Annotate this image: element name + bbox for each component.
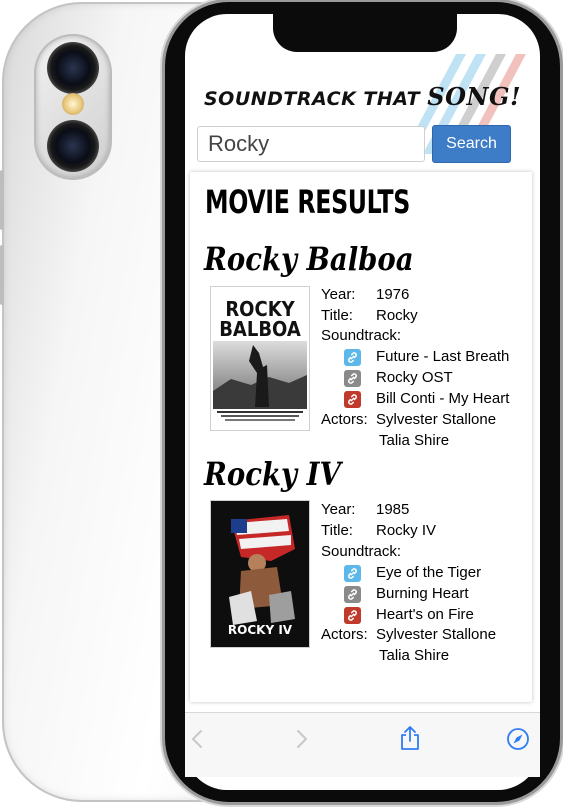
poster-image — [213, 341, 307, 421]
back-icon[interactable] — [190, 728, 204, 755]
camera-lens — [47, 120, 99, 172]
soundtrack-link[interactable]: Bill Conti - My Heart — [376, 390, 509, 407]
camera-module — [36, 36, 110, 178]
movie-title[interactable]: Rocky Balboa — [204, 240, 414, 278]
link-icon[interactable] — [344, 370, 361, 387]
movie-poster[interactable]: ROCKY BALBOA — [210, 286, 310, 431]
actors-label: Actors: — [321, 626, 368, 643]
actors-label: Actors: — [321, 411, 368, 428]
year-label: Year: — [321, 286, 356, 303]
soundtrack-link[interactable]: Rocky OST — [376, 369, 453, 386]
browser-toolbar — [185, 712, 540, 777]
brand-emphasis: SONG! — [427, 82, 521, 111]
movie-poster[interactable]: ROCKY IV — [210, 500, 310, 648]
link-icon[interactable] — [344, 607, 361, 624]
link-icon[interactable] — [344, 565, 361, 582]
title-label: Title: — [321, 522, 353, 539]
link-icon[interactable] — [344, 349, 361, 366]
title-value: Rocky IV — [376, 522, 437, 539]
movie-title[interactable]: Rocky IV — [204, 455, 341, 493]
volume-button — [0, 245, 4, 305]
poster-text: ROCKY IV — [227, 623, 293, 637]
brand-text: SOUNDTRACK THAT — [204, 88, 428, 110]
soundtrack-label: Soundtrack: — [321, 543, 402, 560]
year-value: 1976 — [376, 286, 410, 303]
title-value: Rocky — [376, 307, 418, 324]
results-heading: MOVIE RESULTS — [205, 183, 410, 221]
title-label: Title: — [321, 307, 353, 324]
camera-lens — [47, 42, 99, 94]
volume-button — [0, 170, 4, 230]
brand-logo: SOUNDTRACK THAT SONG! — [204, 82, 524, 111]
soundtrack-link[interactable]: Eye of the Tiger — [376, 564, 481, 581]
camera-flash — [62, 93, 84, 115]
link-icon[interactable] — [344, 391, 361, 408]
actor-name: Talia Shire — [379, 647, 450, 664]
soundtrack-link[interactable]: Future - Last Breath — [376, 348, 509, 365]
actor-name: Sylvester Stallone — [376, 411, 497, 428]
search-button[interactable]: Search — [432, 125, 511, 163]
share-icon[interactable] — [398, 725, 422, 756]
search-input[interactable] — [197, 126, 425, 162]
actor-name: Sylvester Stallone — [376, 626, 497, 643]
year-label: Year: — [321, 501, 356, 518]
forward-icon[interactable] — [295, 728, 309, 755]
notch — [273, 14, 457, 52]
soundtrack-link[interactable]: Burning Heart — [376, 585, 469, 602]
soundtrack-link[interactable]: Heart's on Fire — [376, 606, 474, 623]
link-icon[interactable] — [344, 586, 361, 603]
compass-icon[interactable] — [506, 727, 530, 756]
soundtrack-label: Soundtrack: — [321, 327, 402, 344]
year-value: 1985 — [376, 501, 410, 518]
actor-name: Talia Shire — [379, 432, 450, 449]
